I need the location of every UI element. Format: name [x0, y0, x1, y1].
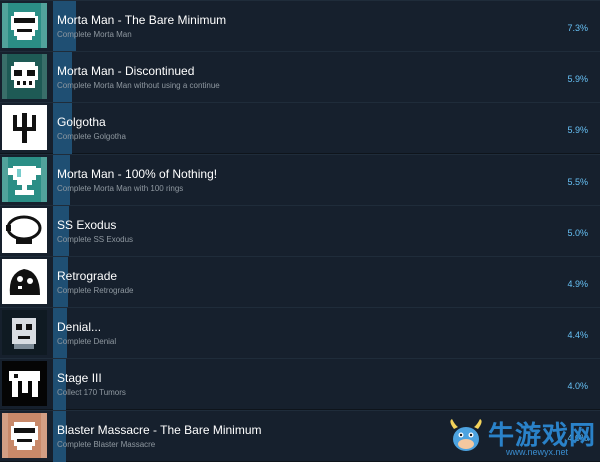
achievement-row[interactable]: Morta Man - Discontinued Complete Morta M…: [0, 51, 600, 104]
cow-logo-icon: [450, 419, 482, 451]
watermark: 牛游戏网 www.newyx.net: [446, 415, 596, 459]
unlock-percentage: 5.9%: [567, 125, 588, 136]
achievement-description: Complete Morta Man with 100 rings: [57, 183, 184, 193]
achievement-description: Collect 170 Tumors: [57, 388, 126, 398]
achievement-title: Morta Man - 100% of Nothing!: [57, 166, 218, 181]
achievement-title: SS Exodus: [57, 217, 117, 232]
trophy-icon: [2, 156, 47, 202]
achievement-title: Retrograde: [57, 269, 118, 283]
achievement-row[interactable]: Morta Man - The Bare Minimum Complete Mor…: [0, 0, 600, 52]
unlock-percentage: 5.9%: [567, 74, 588, 85]
watermark-url: www.newyx.net: [506, 447, 569, 457]
achievement-row[interactable]: Retrograde Complete Retrograde 4.9%: [0, 256, 600, 308]
achievement-title: Morta Man - The Bare Minimum: [57, 13, 227, 27]
achievement-description: Complete Morta Man without using a conti…: [57, 81, 220, 91]
unlock-percentage: 4.0%: [567, 381, 588, 392]
achievement-row[interactable]: Denial... Complete Denial 4.4%: [0, 307, 600, 360]
achievement-description: Complete Morta Man: [57, 30, 132, 39]
achievement-description: Complete Golgotha: [57, 132, 126, 142]
unlock-percentage: 5.0%: [567, 227, 588, 238]
airship-icon: [2, 207, 47, 253]
pixel-head-icon: [2, 310, 47, 356]
unlock-percentage: 4.9%: [567, 279, 588, 289]
achievement-title: Denial...: [57, 320, 102, 335]
achievement-description: Complete Blaster Massacre: [57, 439, 156, 449]
achievement-description: Complete Retrograde: [57, 286, 134, 295]
tumor-blob-icon: [2, 361, 47, 407]
blob-creature-icon: [2, 259, 47, 304]
unlock-percentage: 7.3%: [567, 23, 588, 33]
unlock-percentage: 5.5%: [567, 176, 588, 187]
achievement-description: Complete SS Exodus: [57, 234, 134, 244]
achievement-row[interactable]: Golgotha Complete Golgotha 5.9%: [0, 102, 600, 155]
achievement-title: Golgotha: [57, 115, 106, 130]
achievement-title: Stage III: [57, 371, 102, 386]
achievement-title: Morta Man - Discontinued: [57, 64, 195, 79]
unlock-percentage: 4.4%: [567, 330, 588, 341]
pixel-skull-mask-icon: [2, 412, 47, 458]
achievement-row[interactable]: SS Exodus Complete SS Exodus 5.0%: [0, 204, 600, 257]
pixel-skull-mask-icon: [2, 3, 47, 48]
achievement-row[interactable]: Stage III Collect 170 Tumors 4.0%: [0, 358, 600, 411]
pixel-skull-helmet-icon: [2, 54, 47, 100]
achievement-row[interactable]: Morta Man - 100% of Nothing! Complete Mor…: [0, 153, 600, 206]
achievement-title: Blaster Massacre - The Bare Minimum: [57, 422, 262, 437]
achievement-description: Complete Denial: [57, 337, 117, 347]
trident-icon: [2, 105, 47, 151]
